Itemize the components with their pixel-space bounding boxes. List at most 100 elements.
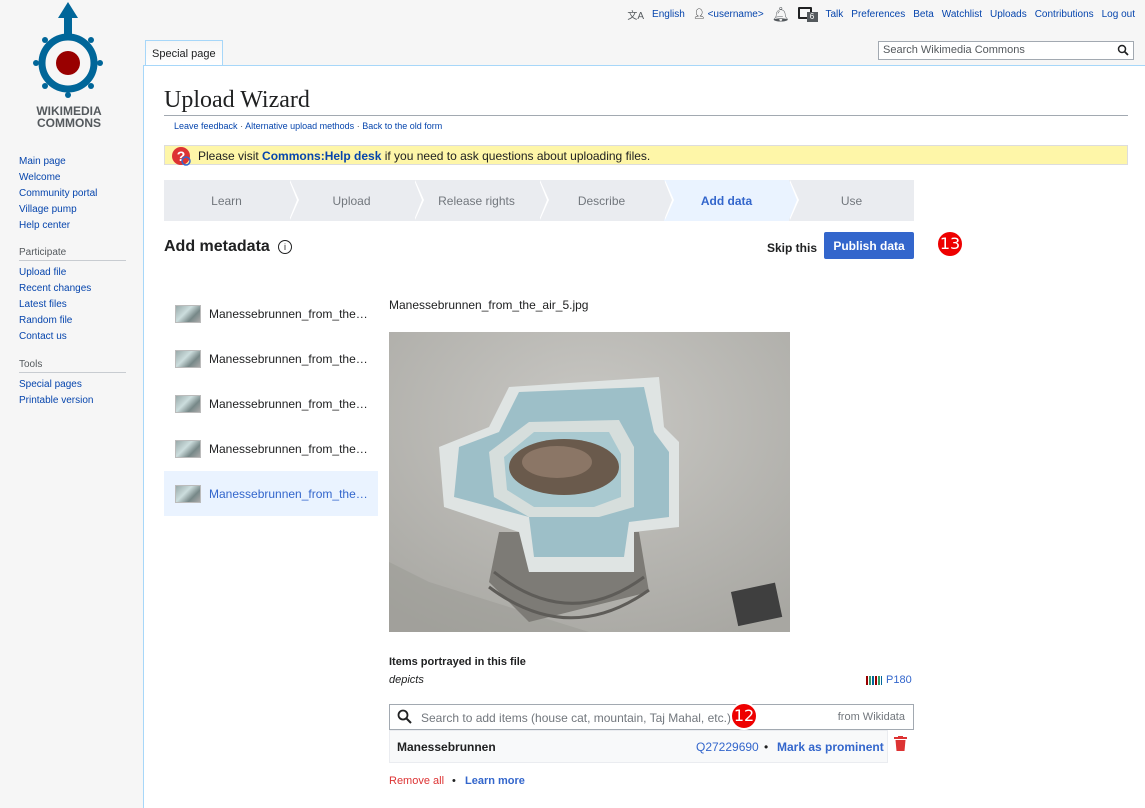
alternative-upload-link[interactable]: Alternative upload methods (245, 121, 354, 131)
bell-icon[interactable]: 🔔︎ (772, 6, 790, 23)
file-thumbnail (175, 349, 201, 368)
metadata-header: Add metadata i Skip this Publish data 13 (164, 230, 964, 266)
beta-link[interactable]: Beta (913, 9, 934, 20)
file-list: Manessebrunnen_from_the… Manessebrunnen_… (164, 291, 378, 516)
notice-prefix: Please visit (198, 149, 263, 163)
page-title: Upload Wizard (164, 85, 1128, 116)
old-form-link[interactable]: Back to the old form (362, 121, 442, 131)
search-placeholder: Search Wikimedia Commons (883, 44, 1025, 56)
personal-tools: 文A English 👤︎ <username> 🔔︎ 6 Talk Prefe… (627, 6, 1135, 22)
sidebar-tools: Tools Special pages Printable version (19, 359, 126, 409)
search-source-label: from Wikidata (837, 711, 905, 723)
depicts-item-name: Manessebrunnen (397, 740, 496, 754)
sidebar-item-upload-file[interactable]: Upload file (19, 265, 126, 281)
sidebar-item-latest-files[interactable]: Latest files (19, 297, 126, 313)
file-list-item-selected[interactable]: Manessebrunnen_from_the… (164, 471, 378, 516)
file-list-item[interactable]: Manessebrunnen_from_the… (164, 336, 378, 381)
file-thumbnail (175, 304, 201, 323)
talk-link[interactable]: Talk (826, 9, 844, 20)
translate-icon[interactable]: 文A (627, 7, 644, 22)
step-learn: Learn (164, 180, 299, 221)
wikidata-barcode-icon (866, 675, 882, 685)
search-icon (397, 709, 412, 727)
step-describe: Describe (539, 180, 674, 221)
depicts-sublabel: depicts (389, 674, 424, 686)
sidebar-item-main-page[interactable]: Main page (19, 154, 97, 170)
step-release-rights: Release rights (414, 180, 549, 221)
annotation-badge-12: 12 (730, 702, 758, 730)
username-link[interactable]: <username> (708, 9, 764, 20)
depicts-item-row: Manessebrunnen Q27229690 • Mark as promi… (389, 730, 888, 763)
sidebar-item-community-portal[interactable]: Community portal (19, 186, 97, 202)
property-id: P180 (886, 674, 912, 686)
search-icon[interactable] (1117, 44, 1129, 59)
language-link[interactable]: English (652, 9, 685, 20)
file-list-item[interactable]: Manessebrunnen_from_the… (164, 381, 378, 426)
watchlist-link[interactable]: Watchlist (942, 9, 982, 20)
info-icon[interactable]: i (278, 240, 292, 254)
file-name: Manessebrunnen_from_the… (209, 306, 368, 321)
learn-more-link[interactable]: Learn more (465, 775, 525, 787)
separator-dot: • (764, 740, 769, 754)
trash-icon[interactable] (894, 736, 907, 751)
file-preview-image (389, 332, 790, 632)
sidebar-heading-tools: Tools (19, 359, 126, 373)
wizard-steps: Learn Upload Release rights Describe Add… (164, 180, 914, 221)
notices-icon[interactable]: 6 (797, 6, 818, 22)
publish-data-button[interactable]: Publish data (824, 232, 914, 259)
file-name: Manessebrunnen_from_the… (209, 486, 368, 501)
search-input[interactable]: Search Wikimedia Commons (878, 41, 1134, 60)
step-add-data: Add data (664, 180, 799, 221)
sidebar-item-random-file[interactable]: Random file (19, 313, 126, 329)
file-name: Manessebrunnen_from_the… (209, 351, 368, 366)
notices-count: 6 (806, 12, 818, 22)
leave-feedback-link[interactable]: Leave feedback (174, 121, 238, 131)
skip-button[interactable]: Skip this (767, 241, 817, 255)
property-link[interactable]: P180 (866, 674, 912, 686)
sidebar-item-help-center[interactable]: Help center (19, 218, 97, 234)
user-icon: 👤︎ (692, 8, 706, 20)
preferences-link[interactable]: Preferences (851, 9, 905, 20)
logout-link[interactable]: Log out (1102, 9, 1135, 20)
annotation-badge-13: 13 (936, 230, 964, 258)
sidebar-item-special-pages[interactable]: Special pages (19, 377, 126, 393)
sidebar-item-recent-changes[interactable]: Recent changes (19, 281, 126, 297)
step-upload: Upload (289, 180, 424, 221)
separator-dot: • (452, 775, 456, 787)
logo-line2: COMMONS (37, 116, 101, 130)
sidebar-item-village-pump[interactable]: Village pump (19, 202, 97, 218)
help-desk-notice: ? Please visit Commons:Help desk if you … (164, 145, 1128, 166)
file-thumbnail (175, 394, 201, 413)
sidebar-item-printable-version[interactable]: Printable version (19, 393, 126, 409)
help-icon: ? (171, 146, 191, 166)
mark-as-prominent-link[interactable]: Mark as prominent (777, 740, 884, 754)
uploads-link[interactable]: Uploads (990, 9, 1027, 20)
notice-suffix: if you need to ask questions about uploa… (381, 149, 651, 163)
depicts-search-placeholder: Search to add items (house cat, mountain… (421, 711, 731, 725)
sidebar-item-welcome[interactable]: Welcome (19, 170, 97, 186)
step-use: Use (789, 180, 914, 221)
svg-text:?: ? (177, 148, 186, 164)
sidebar-item-contact-us[interactable]: Contact us (19, 329, 126, 345)
wikimedia-commons-logo[interactable]: WIKIMEDIA COMMONS (24, 0, 124, 135)
sidebar-participate: Participate Upload file Recent changes L… (19, 247, 126, 345)
selected-file-name: Manessebrunnen_from_the_air_5.jpg (389, 298, 589, 312)
contributions-link[interactable]: Contributions (1035, 9, 1094, 20)
add-metadata-heading: Add metadata (164, 238, 270, 255)
file-name: Manessebrunnen_from_the… (209, 441, 368, 456)
help-desk-link[interactable]: Commons:Help desk (262, 149, 381, 163)
file-thumbnail (175, 484, 201, 503)
tab-special-page[interactable]: Special page (145, 40, 223, 66)
depicts-search-input[interactable]: Search to add items (house cat, mountain… (389, 704, 914, 730)
upload-wizard-links: Leave feedback · Alternative upload meth… (174, 121, 443, 131)
file-name: Manessebrunnen_from_the… (209, 396, 368, 411)
remove-all-link[interactable]: Remove all (389, 775, 444, 787)
depicts-label: Items portrayed in this file (389, 656, 526, 668)
file-list-item[interactable]: Manessebrunnen_from_the… (164, 291, 378, 336)
file-list-item[interactable]: Manessebrunnen_from_the… (164, 426, 378, 471)
depicts-item-qid[interactable]: Q27229690 (696, 740, 759, 754)
content-area: Upload Wizard Leave feedback · Alternati… (143, 65, 1145, 808)
commons-logo-icon (33, 2, 103, 98)
sidebar-heading-participate: Participate (19, 247, 126, 261)
sidebar-navigation: Main page Welcome Community portal Villa… (19, 154, 97, 234)
